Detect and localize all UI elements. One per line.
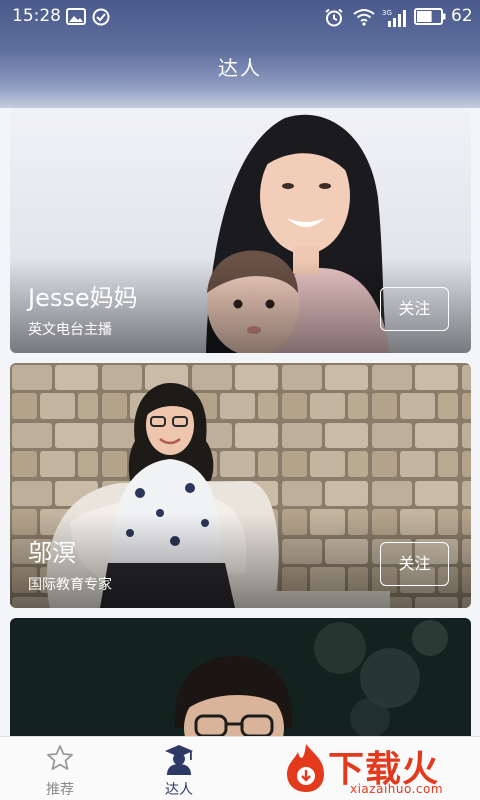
page-title: 达人: [218, 56, 262, 80]
battery-percent: 62: [451, 6, 473, 26]
signal-icon: 3G: [382, 9, 406, 27]
flame-icon: [287, 744, 324, 792]
image-icon: [66, 8, 86, 25]
tab-recommend[interactable]: 推荐: [23, 737, 97, 800]
status-bar: 15:28 3G 62: [0, 0, 480, 34]
alarm-icon: [325, 8, 343, 27]
tab-experts[interactable]: 达人: [142, 737, 216, 800]
graduate-icon: [165, 745, 193, 775]
expert-name: 邬溟: [28, 539, 76, 567]
expert-photo-3: [10, 618, 471, 748]
network-type-label: 3G: [382, 9, 392, 17]
expert-description: 英文电台主播: [28, 322, 112, 338]
star-icon: [47, 745, 73, 770]
check-circle-icon: [92, 8, 110, 26]
follow-button[interactable]: 关注: [380, 287, 449, 331]
follow-button[interactable]: 关注: [380, 542, 449, 586]
expert-description: 国际教育专家: [28, 577, 112, 593]
status-time: 15:28: [12, 6, 61, 26]
wifi-icon: [353, 9, 375, 26]
tab-label: 推荐: [46, 782, 74, 798]
battery-icon: [414, 8, 446, 25]
expert-name: Jesse妈妈: [28, 284, 138, 312]
watermark-logo: 下载火 xiazaihuo.com: [282, 738, 474, 798]
expert-card-3[interactable]: [10, 618, 471, 748]
expert-card-1[interactable]: Jesse妈妈 英文电台主播 关注: [10, 108, 471, 353]
watermark-site: xiazaihuo.com: [350, 782, 444, 796]
battery-level-fill: [417, 11, 432, 22]
expert-card-2[interactable]: 邬溟 国际教育专家 关注: [10, 363, 471, 608]
tab-label: 达人: [165, 782, 193, 798]
